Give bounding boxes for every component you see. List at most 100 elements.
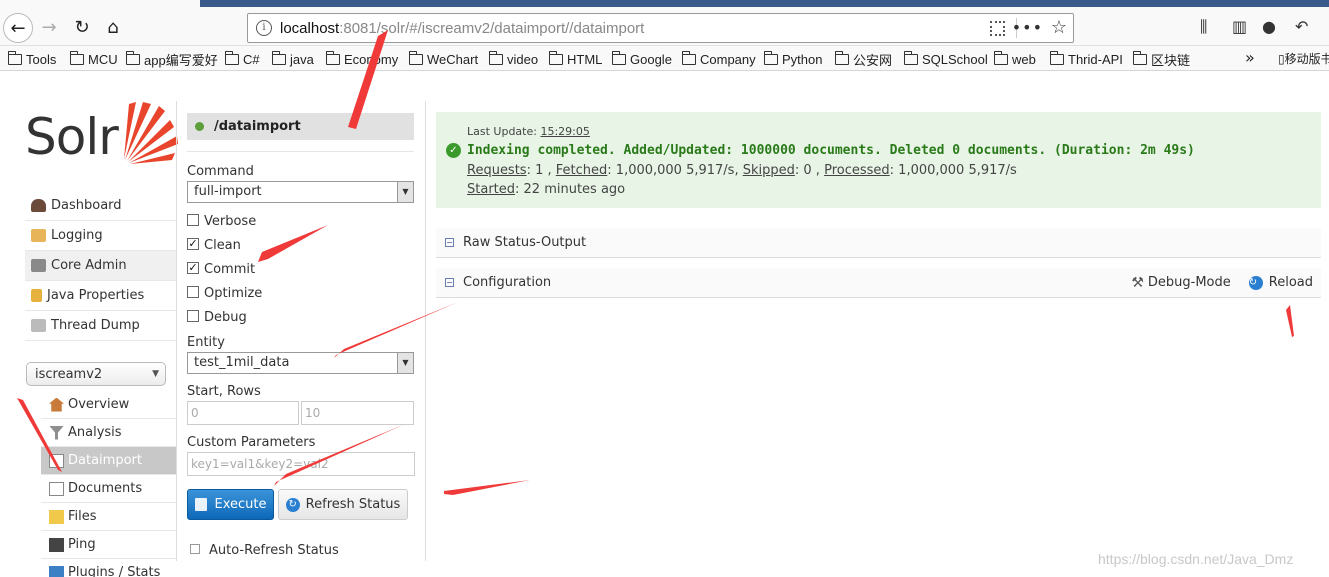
bookmark-folder[interactable]: HTML [548,50,602,68]
forward-button[interactable]: → [36,14,62,40]
commit-checkbox[interactable]: ✓ Commit [187,261,255,277]
custom-parameters-input[interactable]: key1=val1&key2=val2 [187,452,415,476]
reload-config-button[interactable]: ↻ Reload [1248,275,1313,290]
chat-icon[interactable]: ● [1262,17,1276,36]
nav-plugins-stats[interactable]: Plugins / Stats [41,559,176,577]
command-select[interactable]: full-import ▼ [187,181,414,203]
bookmark-folder[interactable]: Tools [7,50,56,68]
configuration-section[interactable]: − Configuration ⚒ Debug-Mode ↻ Reload [436,268,1321,298]
bookmark-folder[interactable]: Economy [325,50,398,68]
nav-documents[interactable]: Documents [41,475,176,503]
chevron-down-icon: ▼ [397,353,413,373]
nav-overview[interactable]: Overview [41,391,176,419]
bookmark-folder[interactable]: Thrid-API [1049,50,1123,68]
checkbox[interactable] [187,285,199,298]
checkbox[interactable] [187,309,199,322]
nav-analysis[interactable]: Analysis [41,419,176,447]
folder-icon [488,50,503,65]
status-started: Started: 22 minutes ago [467,182,626,197]
bookmark-folder[interactable]: C# [224,50,260,68]
document-icon [194,498,207,511]
logging-icon [31,229,46,242]
reload-button[interactable]: ↻ [69,14,95,40]
auto-refresh-checkbox[interactable]: Auto-Refresh Status [190,543,339,558]
optimize-checkbox[interactable]: Optimize [187,285,262,301]
divider [187,151,414,152]
command-label: Command [187,164,254,179]
folder-icon [125,50,140,65]
url-bar[interactable]: i localhost:8081/solr/#/iscreamv2/dataim… [247,13,1074,43]
core-nav: Overview Analysis Dataimport Documents F… [41,391,176,577]
folder-icon [681,50,696,65]
execute-button[interactable]: Execute [187,489,274,520]
bookmarks-overflow-button[interactable]: » [1245,48,1255,67]
folder-icon [1049,50,1064,65]
handler-header[interactable]: /dataimport [187,113,414,140]
sidebar-icon[interactable]: ▥ [1232,17,1247,36]
bookmark-folder[interactable]: video [488,50,538,68]
bookmark-folder[interactable]: 区块链 [1132,50,1190,68]
undo-icon[interactable]: ↶ [1295,17,1308,36]
bookmark-folder[interactable]: Google [611,50,672,68]
bookmark-folder[interactable]: Python [763,50,822,68]
library-icon[interactable]: ⫼ [1200,17,1207,37]
nav-dataimport[interactable]: Dataimport [41,447,176,475]
bookmark-folder[interactable]: MCU [69,50,118,68]
solr-logo[interactable]: Solr [25,100,178,170]
core-selector[interactable]: iscreamv2 ▼ [26,362,166,386]
start-input[interactable]: 0 [187,401,299,425]
bookmark-folder[interactable]: web [993,50,1036,68]
more-icon[interactable]: ••• [1012,18,1043,37]
status-counts: Requests: 1 , Fetched: 1,000,000 5,917/s… [467,163,1017,178]
rows-input[interactable]: 10 [301,401,414,425]
annotation-arrow [1286,305,1294,337]
info-icon[interactable]: i [256,20,272,36]
entity-select[interactable]: test_1mil_data ▼ [187,352,414,374]
raw-status-section[interactable]: − Raw Status-Output [436,228,1321,258]
nav-java-properties[interactable]: Java Properties [25,281,176,311]
nav-files[interactable]: Files [41,503,176,531]
tab-strip [200,0,1329,7]
solr-logo-text: Solr [25,108,119,166]
refresh-icon: ↻ [285,497,300,512]
watermark: https://blog.csdn.net/Java_Dmz [1098,551,1294,567]
debug-mode-button[interactable]: ⚒ Debug-Mode [1131,275,1230,291]
start-rows-label: Start, Rows [187,384,261,399]
arrow-left-icon: ← [10,17,26,39]
plugins-icon [49,565,64,577]
bookmark-folder[interactable]: 公安网 [834,50,892,68]
folder-icon [1132,50,1147,65]
url-text[interactable]: localhost:8081/solr/#/iscreamv2/dataimpo… [280,20,644,37]
nav-thread-dump[interactable]: Thread Dump [25,311,176,341]
main-nav: Dashboard Logging Core Admin Java Proper… [25,191,176,341]
bookmark-folder[interactable]: WeChart [408,50,478,68]
checkbox-checked[interactable]: ✓ [187,237,199,250]
checkbox[interactable] [190,543,200,554]
collapse-icon[interactable]: − [445,278,454,287]
back-button[interactable]: ← [3,13,33,43]
nav-dashboard[interactable]: Dashboard [25,191,176,221]
folder-icon [7,50,22,65]
bookmark-folder[interactable]: app编写爱好 [125,50,218,68]
verbose-checkbox[interactable]: Verbose [187,213,256,229]
nav-core-admin[interactable]: Core Admin [25,251,176,281]
checkbox-checked[interactable]: ✓ [187,261,199,274]
checkbox[interactable] [187,213,199,226]
status-panel: Last Update: 15:29:05 ✓ Indexing complete… [436,112,1321,208]
nav-logging[interactable]: Logging [25,221,176,251]
bookmark-folder[interactable]: Company [681,50,756,68]
thread-dump-icon [31,319,46,332]
clean-checkbox[interactable]: ✓ Clean [187,237,241,253]
home-icon: ⌂ [107,16,119,38]
bookmark-folder[interactable]: SQLSchool [903,50,988,68]
mobile-bookmarks[interactable]: ▯移动版书签 [1278,50,1329,67]
bookmark-star-icon[interactable]: ☆ [1051,17,1067,38]
collapse-icon[interactable]: − [445,238,454,247]
bookmark-folder[interactable]: java [271,50,314,68]
qr-code-icon[interactable] [990,21,1005,36]
debug-checkbox[interactable]: Debug [187,309,247,325]
reload-icon: ↻ [74,16,90,38]
home-button[interactable]: ⌂ [100,14,126,40]
refresh-status-button[interactable]: ↻ Refresh Status [278,489,408,520]
nav-ping[interactable]: Ping [41,531,176,559]
